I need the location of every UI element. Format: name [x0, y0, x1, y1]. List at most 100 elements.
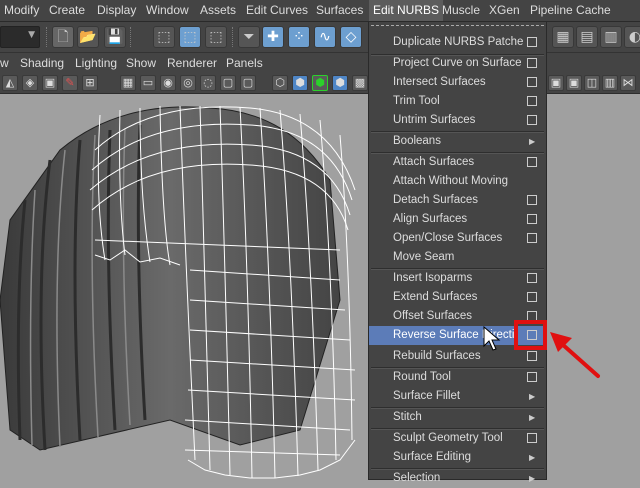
highlight-box [514, 320, 547, 350]
resolution-gate-icon[interactable]: ◉ [160, 75, 176, 91]
menu-item-trim-tool[interactable]: Trim Tool [369, 92, 546, 111]
panel-menu-renderer[interactable]: Renderer [167, 53, 217, 73]
menu-xgen[interactable]: XGen [489, 0, 520, 21]
select-hierarchy-icon[interactable]: ⬚ [153, 26, 175, 48]
panel-menu-panels[interactable]: Panels [226, 53, 263, 73]
menu-item-extend-surfaces[interactable]: Extend Surfaces [369, 288, 546, 307]
isolate-icon[interactable]: ▣ [566, 75, 582, 91]
option-box-icon[interactable] [527, 115, 537, 125]
panel-menu-shading[interactable]: Shading [20, 53, 64, 73]
camera-attributes-icon[interactable]: ⊞ [82, 75, 98, 91]
menu-pipeline-cache[interactable]: Pipeline Cache [530, 0, 611, 21]
option-box-icon[interactable] [527, 58, 537, 68]
menu-item-surface-editing[interactable]: Surface Editing ▶ [369, 448, 546, 467]
menu-surfaces[interactable]: Surfaces [316, 0, 363, 21]
menu-display[interactable]: Display [97, 0, 136, 21]
film-gate-icon[interactable]: ▭ [140, 75, 156, 91]
menu-tearoff[interactable] [371, 25, 544, 26]
field-chart-icon[interactable]: ◌ [200, 75, 216, 91]
menu-item-untrim-surfaces[interactable]: Untrim Surfaces [369, 111, 546, 130]
menu-window[interactable]: Window [146, 0, 189, 21]
option-box-icon[interactable] [527, 372, 537, 382]
option-box-icon[interactable] [527, 292, 537, 302]
xray-icon[interactable]: ▣ [548, 75, 564, 91]
menu-create[interactable]: Create [49, 0, 85, 21]
select-surfaces-icon[interactable]: ◇ [340, 26, 362, 48]
image-plane-icon[interactable]: ▣ [42, 75, 58, 91]
menu-item-intersect-surfaces[interactable]: Intersect Surfaces [369, 73, 546, 92]
option-box-icon[interactable] [527, 351, 537, 361]
camera-icon[interactable]: ◭ [2, 75, 18, 91]
filter-icon[interactable]: ⏷ [238, 26, 260, 48]
select-points-icon[interactable]: ⁘ [288, 26, 310, 48]
menu-set-selector[interactable]: ▼ [0, 26, 40, 48]
menu-item-detach-surfaces[interactable]: Detach Surfaces [369, 191, 546, 210]
menu-item-label: Attach Surfaces [393, 156, 475, 168]
menu-item-duplicate-nurbs-patches[interactable]: Duplicate NURBS Patches [369, 33, 546, 52]
menu-item-project-curve-on-surface[interactable]: Project Curve on Surface [369, 54, 546, 73]
grid-icon[interactable]: ▦ [120, 75, 136, 91]
safe-action-icon[interactable]: ▢ [220, 75, 236, 91]
render-view-icon[interactable]: ▦ [552, 26, 574, 48]
menu-item-label: Stitch [393, 411, 422, 423]
annotation-arrow-icon [550, 332, 600, 378]
render-settings-icon[interactable]: ▥ [600, 26, 622, 48]
menu-muscle[interactable]: Muscle [442, 0, 480, 21]
menu-assets[interactable]: Assets [200, 0, 236, 21]
menu-item-insert-isoparms[interactable]: Insert Isoparms [369, 269, 546, 288]
safe-title-icon[interactable]: ▢ [240, 75, 256, 91]
option-box-icon[interactable] [527, 195, 537, 205]
checker-icon[interactable]: ▩ [352, 75, 368, 91]
wireframe-on-shaded-icon[interactable]: ⬢ [312, 75, 328, 91]
open-scene-icon[interactable]: 📂 [77, 26, 99, 48]
select-component-icon[interactable]: ⬚ [205, 26, 227, 48]
menu-item-align-surfaces[interactable]: Align Surfaces [369, 210, 546, 229]
menu-item-booleans[interactable]: Booleans ▶ [369, 132, 546, 151]
menu-item-label: Trim Tool [393, 95, 440, 107]
option-box-icon[interactable] [527, 214, 537, 224]
gate-mask-icon[interactable]: ◎ [180, 75, 196, 91]
menu-item-attach-without-moving[interactable]: Attach Without Moving [369, 172, 546, 191]
panel-menu-view[interactable]: w [0, 53, 9, 73]
option-box-icon[interactable] [527, 433, 537, 443]
panel-menu-show[interactable]: Show [126, 53, 156, 73]
menu-item-label: Move Seam [393, 251, 455, 263]
menu-item-surface-fillet[interactable]: Surface Fillet ▶ [369, 387, 546, 406]
menu-item-move-seam[interactable]: Move Seam [369, 248, 546, 267]
panel-menu-lighting[interactable]: Lighting [75, 53, 117, 73]
render-icon[interactable]: ▤ [576, 26, 598, 48]
shadows-icon[interactable]: ◫ [584, 75, 600, 91]
menu-item-selection[interactable]: Selection ▶ [369, 469, 546, 488]
select-by-type-icon[interactable]: ✚ [262, 26, 284, 48]
menu-item-label: Untrim Surfaces [393, 114, 476, 126]
save-scene-icon[interactable]: 💾 [104, 26, 126, 48]
smooth-shade-icon[interactable]: ⬢ [292, 75, 308, 91]
menu-edit-nurbs[interactable]: Edit NURBS [369, 0, 444, 21]
menu-item-sculpt-geometry-tool[interactable]: Sculpt Geometry Tool [369, 429, 546, 448]
wireframe-icon[interactable]: ⬡ [272, 75, 288, 91]
select-curves-icon[interactable]: ∿ [314, 26, 336, 48]
menu-item-stitch[interactable]: Stitch ▶ [369, 408, 546, 427]
share-icon[interactable]: ⋈ [620, 75, 636, 91]
menu-item-label: Sculpt Geometry Tool [393, 432, 503, 444]
submenu-arrow-icon: ▶ [529, 137, 536, 146]
textured-icon[interactable]: ⬢ [332, 75, 348, 91]
option-box-icon[interactable] [527, 233, 537, 243]
option-box-icon[interactable] [527, 96, 537, 106]
option-box-icon[interactable] [527, 273, 537, 283]
menu-item-attach-surfaces[interactable]: Attach Surfaces [369, 153, 546, 172]
menu-edit-curves[interactable]: Edit Curves [246, 0, 308, 21]
option-box-icon[interactable] [527, 77, 537, 87]
menu-item-round-tool[interactable]: Round Tool [369, 368, 546, 387]
menu-item-open-close-surfaces[interactable]: Open/Close Surfaces [369, 229, 546, 248]
bookmark-icon[interactable]: ◈ [22, 75, 38, 91]
menu-modify[interactable]: Modify [4, 0, 39, 21]
motion-blur-icon[interactable]: ▥ [602, 75, 618, 91]
toolbar-separator [232, 27, 235, 47]
select-object-icon[interactable]: ⬚ [179, 26, 201, 48]
hypershade-icon[interactable]: ◐ [624, 26, 640, 48]
option-box-icon[interactable] [527, 157, 537, 167]
new-scene-icon[interactable]: 🗋 [52, 26, 74, 48]
pencil-icon[interactable]: ✎ [62, 75, 78, 91]
option-box-icon[interactable] [527, 37, 537, 47]
